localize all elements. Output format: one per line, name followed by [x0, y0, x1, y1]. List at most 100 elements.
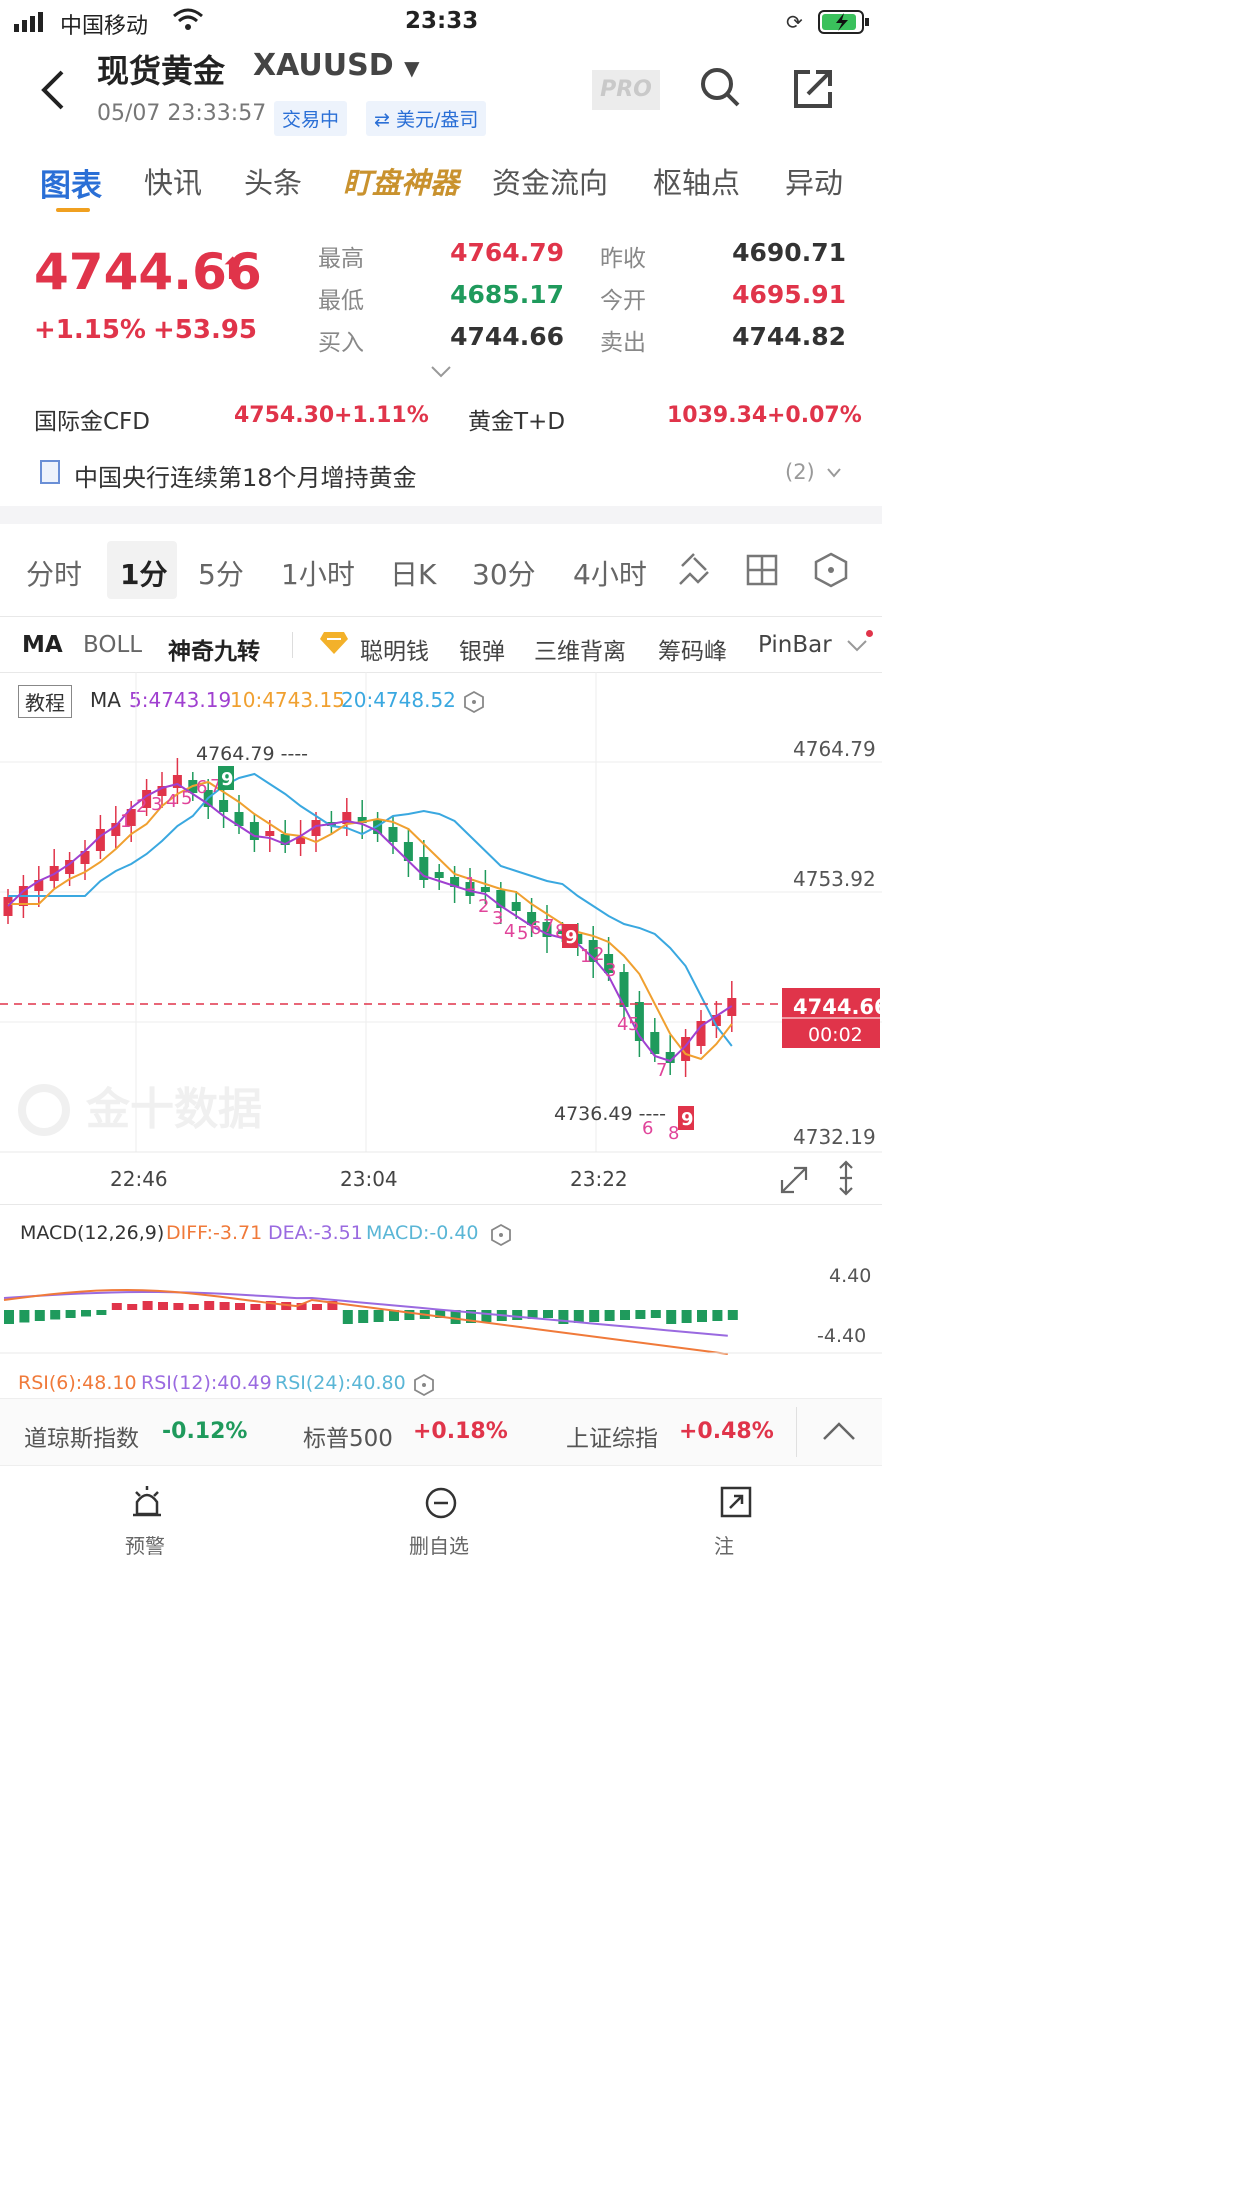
indicator-nine-turn[interactable]: 神奇九转	[168, 632, 260, 666]
low-marker: 4736.49 ----	[554, 1103, 666, 1125]
macd-settings-icon[interactable]	[490, 1223, 512, 1251]
macd-bar	[620, 1310, 630, 1320]
back-button[interactable]	[38, 68, 66, 116]
nine-turn-count: 4	[166, 791, 177, 812]
rsi-settings-icon[interactable]	[413, 1373, 435, 1401]
news-text: 中国央行连续第18个月增持黄金	[74, 464, 417, 492]
settings-hex-icon[interactable]	[814, 552, 848, 592]
divider	[0, 616, 882, 617]
indicator-pinbar[interactable]: PinBar	[758, 632, 832, 658]
high-label: 最高	[318, 246, 364, 272]
countdown: 00:02	[808, 1024, 863, 1046]
expand-chevron-icon[interactable]	[430, 364, 452, 383]
alarm-icon	[132, 1486, 162, 1522]
period-timeshare[interactable]: 分时	[26, 553, 82, 593]
macd-bar	[666, 1310, 677, 1324]
macd-bar	[635, 1310, 646, 1319]
nine-turn-count: 3	[151, 794, 162, 815]
macd-bar	[158, 1302, 168, 1310]
candle-body	[3, 897, 13, 916]
tab-anomaly[interactable]: 异动	[785, 160, 843, 202]
buy-label: 买入	[318, 330, 364, 356]
nine-turn-count: 6	[196, 777, 207, 798]
indicator-silver-bullet[interactable]: 银弹	[459, 632, 505, 666]
x-tick-1: 22:46	[110, 1167, 168, 1191]
alert-label: 预警	[125, 1534, 165, 1558]
change-percent: +1.15%	[34, 315, 146, 345]
nine-turn-count: 2	[136, 796, 147, 817]
tab-chart[interactable]: 图表	[40, 160, 102, 205]
macd-diff: DIFF:-3.71	[166, 1222, 263, 1244]
indices-bar[interactable]: 道琼斯指数 -0.12% 标普500 +0.18% 上证综指 +0.48%	[0, 1398, 882, 1466]
candlestick-chart[interactable]: 金十数据 123456781234567899912345768 4764.79…	[0, 672, 882, 1204]
cfd-label[interactable]: 国际金CFD	[34, 402, 150, 436]
low-value: 4685.17	[450, 280, 564, 309]
news-row[interactable]: 中国央行连续第18个月增持黄金 (2)	[0, 448, 882, 498]
nine-turn-count: 1	[120, 811, 131, 832]
macd-bar	[19, 1310, 30, 1323]
search-icon[interactable]	[699, 66, 741, 112]
candle-body	[219, 800, 229, 812]
wifi-icon	[172, 8, 204, 36]
period-5min[interactable]: 5分	[198, 553, 244, 593]
buy-value: 4744.66	[450, 322, 564, 351]
prev-close-value: 4690.71	[732, 238, 846, 267]
tab-pivot[interactable]: 枢轴点	[653, 160, 740, 202]
candle-body	[511, 902, 521, 911]
lock-rotation-icon: ⟳	[786, 10, 803, 34]
macd-bar	[188, 1304, 199, 1310]
pro-button[interactable]: PRO	[592, 70, 660, 110]
nine-turn-count: 7	[656, 1060, 667, 1081]
macd-bar	[250, 1304, 261, 1310]
macd-bar	[512, 1310, 523, 1320]
candle-body	[265, 831, 275, 836]
macd-bar	[650, 1310, 661, 1318]
symbol-label: XAUUSD	[253, 48, 394, 83]
open-value: 4695.91	[732, 280, 846, 309]
carrier: 中国移动	[60, 14, 149, 39]
nine-turn-count: 5	[181, 788, 192, 809]
symbol-selector[interactable]: XAUUSD ▼	[253, 48, 420, 83]
td-label[interactable]: 黄金T+D	[468, 402, 565, 436]
period-30min[interactable]: 30分	[472, 553, 536, 593]
nine-turn-count: 7	[543, 916, 554, 937]
period-1hour[interactable]: 1小时	[281, 553, 355, 593]
td-pct: +0.07%	[767, 403, 862, 428]
draw-tool-icon[interactable]	[676, 552, 712, 592]
macd-bar	[34, 1310, 45, 1321]
period-day[interactable]: 日K	[390, 553, 436, 593]
layout-grid-icon[interactable]	[746, 554, 778, 590]
index-dow-pct: -0.12%	[162, 1419, 248, 1444]
macd-bar	[235, 1303, 245, 1310]
y-tick-bottom: 4732.19	[793, 1125, 876, 1149]
macd-bar	[543, 1310, 553, 1318]
indicator-ma[interactable]: MA	[22, 632, 63, 658]
low-label: 最低	[318, 288, 364, 314]
nine-turn-count: 8	[668, 1123, 679, 1144]
chevron-up-icon[interactable]	[822, 1421, 856, 1445]
macd-bar	[481, 1310, 492, 1322]
tab-flash[interactable]: 快讯	[144, 160, 202, 202]
indicator-more-chevron-icon[interactable]	[846, 638, 868, 657]
macd-bar	[358, 1310, 369, 1323]
tab-indicator	[56, 208, 90, 212]
tab-monitor[interactable]: 盯盘神器	[343, 160, 459, 202]
period-1min[interactable]: 1分	[120, 553, 167, 593]
indicator-chip-peak[interactable]: 筹码峰	[658, 632, 727, 666]
indicator-smart-money[interactable]: 聪明钱	[360, 632, 429, 666]
open-label: 今开	[600, 288, 646, 314]
export-icon	[720, 1486, 752, 1522]
indicator-3d-divergence[interactable]: 三维背离	[534, 632, 626, 666]
period-4hour[interactable]: 4小时	[573, 553, 647, 593]
macd-bar	[96, 1310, 107, 1315]
tab-headlines[interactable]: 头条	[244, 160, 302, 202]
y-tick-mid: 4753.92	[793, 867, 876, 891]
share-icon[interactable]	[792, 68, 834, 114]
nine-turn-count: 1	[465, 874, 476, 895]
share-nav-button[interactable]	[696, 1484, 776, 1564]
macd-bar	[81, 1310, 91, 1317]
separator	[292, 632, 293, 658]
tab-capital-flow[interactable]: 资金流向	[492, 160, 608, 202]
indicator-boll[interactable]: BOLL	[83, 632, 142, 658]
unit-toggle[interactable]: ⇄ 美元/盎司	[366, 101, 487, 136]
